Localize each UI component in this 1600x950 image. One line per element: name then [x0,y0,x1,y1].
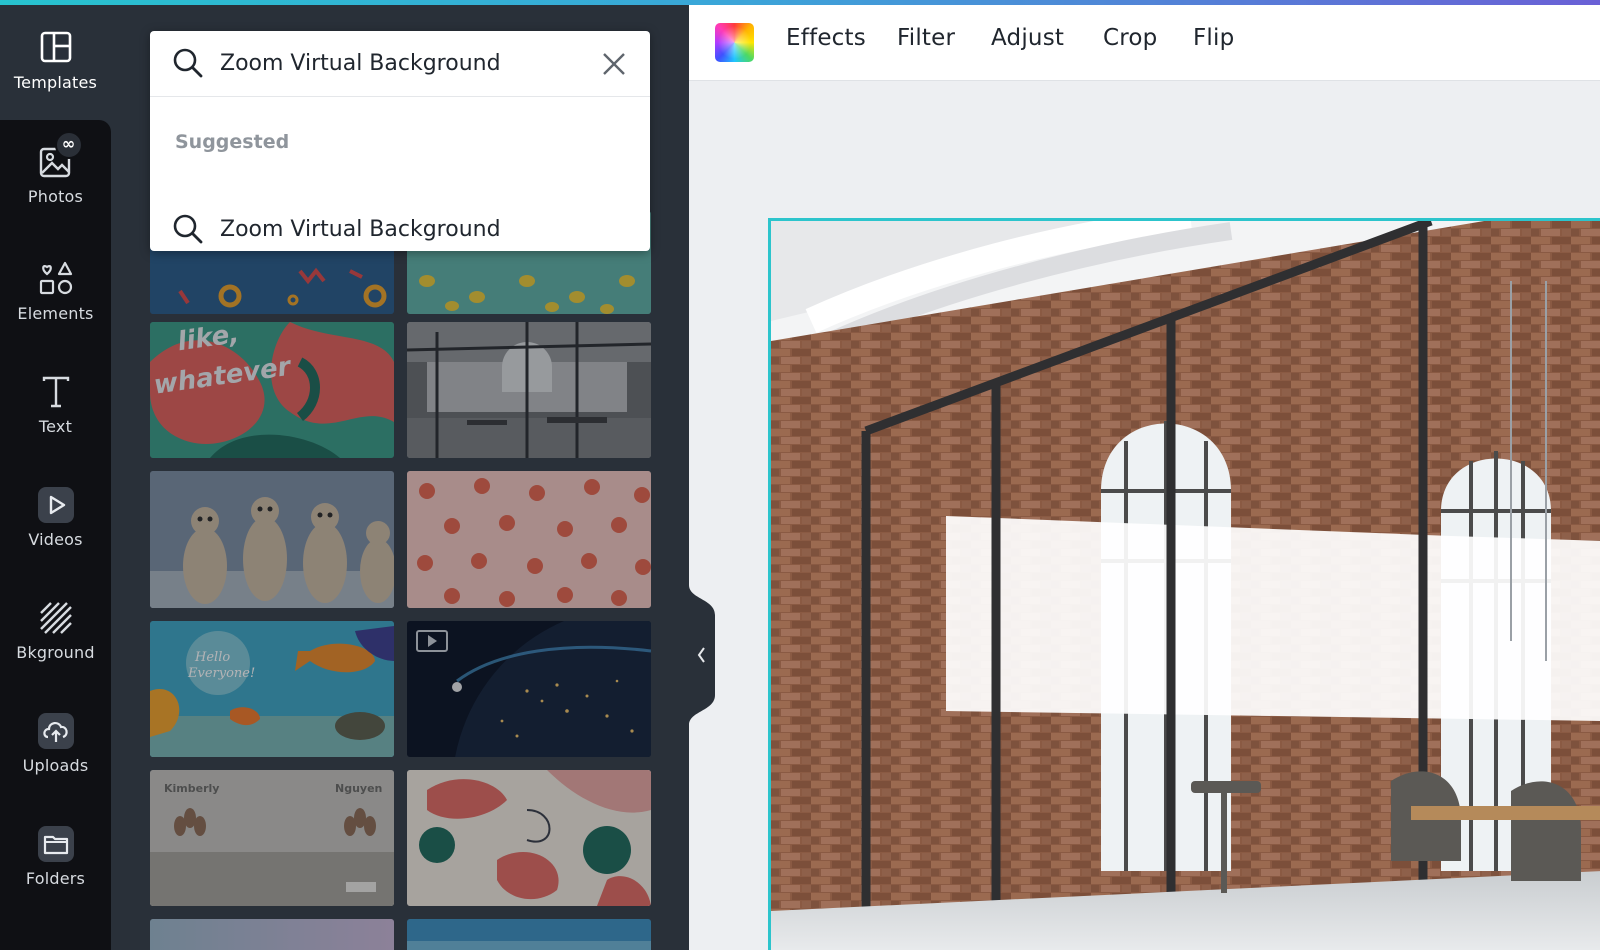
templates-icon [37,29,75,67]
search-dropdown: Suggested Zoom Virtual Background [150,31,650,251]
side-rail: Templates ∞ Photos Elements Text Videos … [0,0,111,950]
result-tile-glass-office[interactable] [407,322,651,458]
sidebar-item-label: Bkground [16,643,95,662]
result-tile-partial-1[interactable] [150,919,394,950]
top-accent-strip [0,0,1600,5]
sidebar-item-text[interactable]: Text [0,373,111,473]
tile-name-left: Kimberly [164,782,219,795]
search-icon [173,48,203,78]
sidebar-item-label: Folders [25,869,86,888]
design-canvas-image[interactable] [768,218,1600,950]
effects-button[interactable]: Effects [786,25,866,51]
search-input[interactable] [220,43,580,83]
background-icon [37,599,75,637]
tile-title-line1: Hello [194,650,230,665]
result-tile-abstract-shapes[interactable] [407,770,651,906]
sidebar-item-background[interactable]: Bkground [0,599,111,699]
text-icon [37,373,75,411]
result-tile-earth-night[interactable] [407,621,651,757]
search-bar [150,31,650,97]
sidebar-item-label: Photos [27,187,84,206]
image-toolbar: Effects Filter Adjust Crop Flip [689,5,1600,81]
suggestion-text: Zoom Virtual Background [220,217,501,242]
sidebar-item-label: Templates [13,73,98,92]
result-tile-meerkats[interactable] [150,471,394,608]
photos-icon: ∞ [37,131,83,181]
sidebar-item-photos[interactable]: ∞ Photos [0,131,111,243]
sidebar-item-label: Elements [17,304,94,323]
adjust-button[interactable]: Adjust [991,25,1064,51]
crop-button[interactable]: Crop [1103,25,1157,51]
result-tile-peach-pattern[interactable] [407,471,651,608]
elements-icon [37,260,75,298]
videos-icon [37,486,75,524]
close-icon[interactable] [600,50,628,78]
folders-icon [37,825,75,863]
suggestion-item[interactable]: Zoom Virtual Background [150,203,650,259]
sidebar-item-label: Uploads [22,756,89,775]
sidebar-item-folders[interactable]: Folders [0,825,111,925]
search-icon [173,214,203,244]
result-tile-hello-everyone-sea[interactable]: Hello Everyone! [150,621,394,757]
sidebar-item-videos[interactable]: Videos [0,486,111,586]
result-tile-like-whatever[interactable]: like, whatever [150,322,394,458]
filter-button[interactable]: Filter [897,25,955,51]
sidebar-item-label: Videos [28,530,83,549]
sidebar-item-uploads[interactable]: Uploads [0,712,111,812]
sidebar-item-label: Text [38,417,73,436]
collapse-panel-button[interactable] [689,585,715,725]
suggested-heading: Suggested [175,131,290,153]
flip-button[interactable]: Flip [1193,25,1234,51]
tile-title-line2: Everyone! [187,666,255,681]
tile-name-right: Nguyen [335,782,382,795]
color-picker-icon[interactable] [715,23,754,62]
sidebar-item-templates[interactable]: Templates [0,29,111,129]
sidebar-item-elements[interactable]: Elements [0,260,111,360]
result-tile-kimberly-nguyen[interactable]: Kimberly Nguyen [150,770,394,906]
infinity-badge: ∞ [54,131,83,159]
result-tile-partial-2[interactable] [407,919,651,950]
uploads-icon [37,712,75,750]
